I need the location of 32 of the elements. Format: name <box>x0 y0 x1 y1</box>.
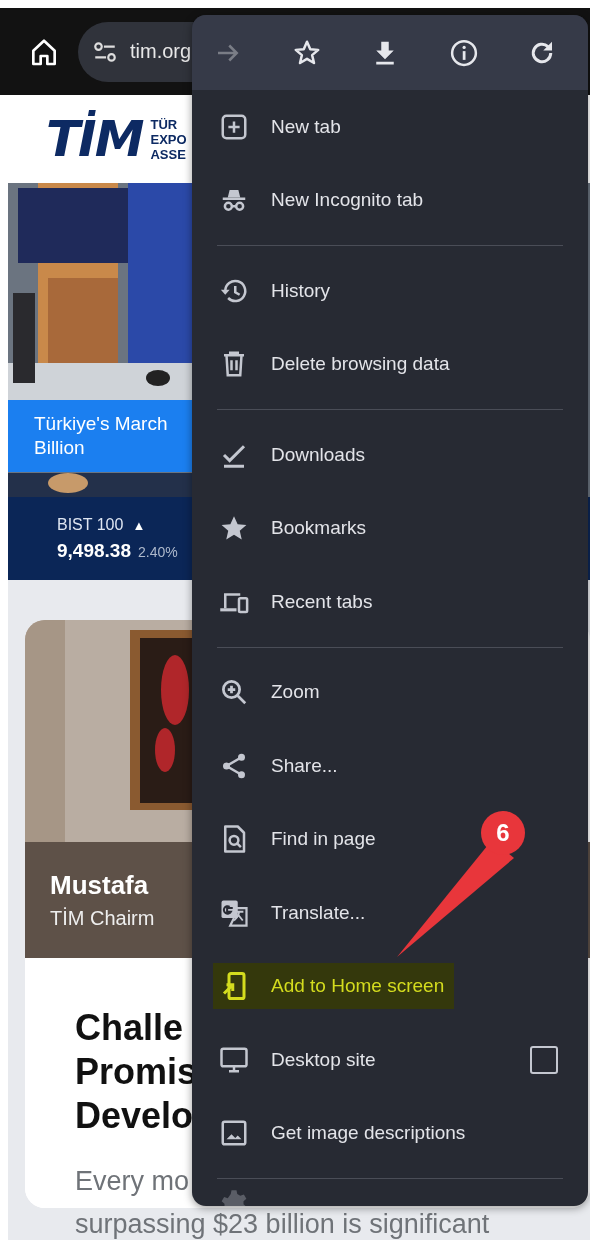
menu-item[interactable]: History <box>213 267 341 314</box>
menu-item[interactable]: New Incognito tab <box>213 177 434 224</box>
url-text: tim.org <box>130 40 192 63</box>
logo-text: ASSE <box>150 146 187 162</box>
menu-item[interactable]: Downloads <box>213 431 375 478</box>
menu-item[interactable]: Bookmarks <box>213 505 377 552</box>
menu-item[interactable]: Get image descriptions <box>213 1110 476 1157</box>
article-heading: Promis <box>75 1050 198 1094</box>
index-change: 2.40% <box>137 543 178 560</box>
caption-text: Billion <box>34 436 86 460</box>
caption-text: Türkiye's March <box>34 412 169 436</box>
index-value: 9,498.38 <box>57 539 131 562</box>
person-name: Mustafa <box>50 870 149 901</box>
menu-item[interactable]: Desktop site <box>213 1036 386 1083</box>
person-role: TİM Chairm <box>50 907 155 930</box>
menu-item[interactable]: Translate... <box>213 889 376 936</box>
menu-item[interactable]: Share... <box>213 742 348 789</box>
article-text: Every mo <box>75 1166 190 1197</box>
article-text: surpassing $23 billion is significant <box>75 1209 490 1239</box>
up-arrow-icon: ▲ <box>132 517 146 533</box>
menu-item[interactable]: Add to Home screen <box>213 963 455 1010</box>
logo-text: EXPO <box>150 131 187 147</box>
logo-text: TÜR <box>150 116 179 132</box>
article-heading: Develo <box>75 1094 194 1138</box>
site-logo[interactable]: TİM <box>46 110 143 168</box>
menu-item[interactable]: Zoom <box>213 669 330 716</box>
menu-item[interactable]: Find in page <box>213 816 386 863</box>
menu-item[interactable]: Recent tabs <box>213 578 383 625</box>
index-name: BIST 100 <box>57 515 124 534</box>
menu-item[interactable]: New tab <box>213 103 351 150</box>
menu-item[interactable]: Delete browsing data <box>213 341 460 388</box>
article-heading: Challe <box>75 1006 184 1050</box>
